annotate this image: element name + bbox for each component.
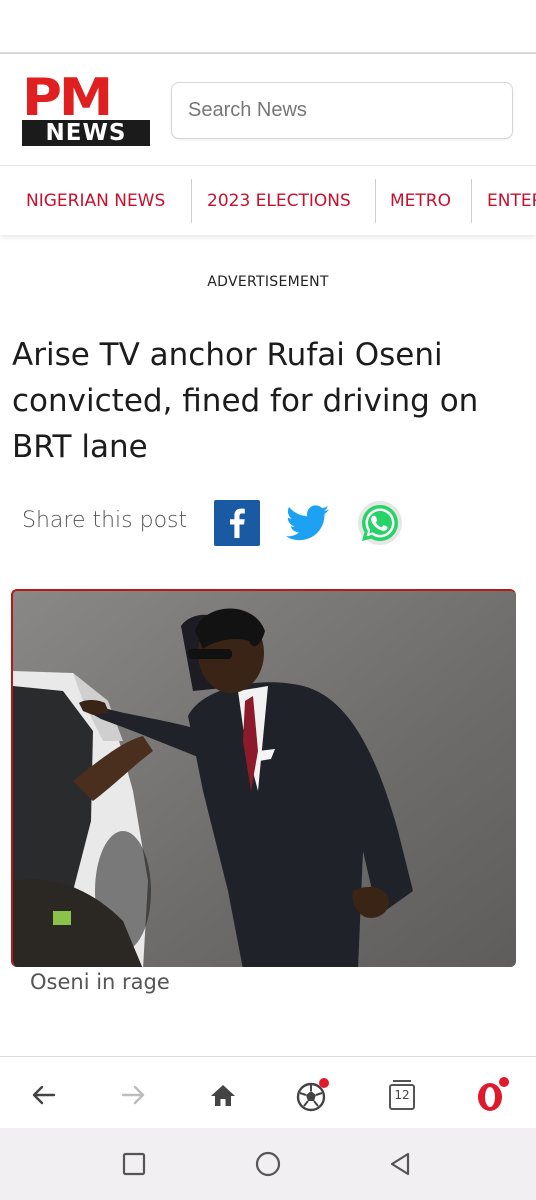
nav-item-nigerian-news[interactable]: NIGERIAN NEWS bbox=[26, 179, 165, 223]
search-box[interactable] bbox=[171, 82, 513, 139]
logo-news-text: NEWS bbox=[22, 120, 150, 146]
notification-dot bbox=[319, 1078, 329, 1088]
tabs-button[interactable]: 12 bbox=[380, 1073, 424, 1117]
opera-icon bbox=[478, 1077, 509, 1111]
twitter-share-button[interactable] bbox=[284, 500, 332, 546]
article-photo bbox=[11, 589, 516, 967]
recents-square-icon bbox=[122, 1152, 146, 1176]
opera-menu-button[interactable] bbox=[470, 1073, 514, 1117]
search-input[interactable] bbox=[172, 83, 512, 138]
android-navigation-bar bbox=[0, 1128, 536, 1200]
browser-toolbar: 12 bbox=[0, 1056, 536, 1130]
category-nav: NIGERIAN NEWS 2023 ELECTIONS METRO ENTER… bbox=[0, 167, 536, 235]
tab-count: 12 bbox=[394, 1088, 410, 1102]
facebook-share-button[interactable] bbox=[214, 500, 260, 546]
recents-button[interactable] bbox=[114, 1146, 154, 1182]
whatsapp-icon bbox=[358, 501, 402, 545]
football-button[interactable] bbox=[290, 1073, 334, 1117]
site-header: PM NEWS bbox=[0, 56, 536, 166]
home-button[interactable] bbox=[201, 1073, 245, 1117]
notification-dot bbox=[499, 1077, 509, 1087]
photo-caption: Oseni in rage bbox=[30, 970, 170, 994]
home-icon bbox=[211, 1085, 235, 1106]
facebook-icon bbox=[230, 508, 245, 538]
nav-item-2023-elections[interactable]: 2023 ELECTIONS bbox=[207, 179, 351, 223]
android-back-button[interactable] bbox=[380, 1146, 420, 1182]
nav-item-entertainment[interactable]: ENTERTAINMENT bbox=[487, 179, 536, 223]
whatsapp-share-button[interactable] bbox=[355, 499, 405, 549]
back-arrow-icon bbox=[32, 1085, 56, 1105]
nav-divider bbox=[191, 179, 192, 223]
nav-divider bbox=[375, 179, 376, 223]
forward-button[interactable] bbox=[111, 1073, 155, 1117]
page: PM NEWS NIGERIAN NEWS 2023 ELECTIONS MET… bbox=[0, 0, 536, 1200]
status-area bbox=[0, 0, 536, 54]
nav-item-metro[interactable]: METRO bbox=[390, 179, 451, 223]
back-button[interactable] bbox=[22, 1073, 66, 1117]
article-photo-image bbox=[13, 591, 516, 967]
nav-divider bbox=[471, 179, 472, 223]
logo-pm-text: PM bbox=[22, 68, 113, 128]
twitter-icon bbox=[286, 505, 329, 541]
pm-news-logo[interactable]: PM NEWS bbox=[22, 72, 152, 150]
football-icon bbox=[296, 1078, 329, 1112]
home-circle-icon bbox=[255, 1151, 281, 1177]
back-triangle-icon bbox=[390, 1152, 410, 1176]
advertisement-label: ADVERTISEMENT bbox=[207, 274, 329, 290]
android-home-button[interactable] bbox=[248, 1146, 288, 1182]
share-label: Share this post bbox=[22, 508, 188, 533]
article-headline: Arise TV anchor Rufai Oseni convicted, f… bbox=[12, 337, 479, 465]
forward-arrow-icon bbox=[121, 1085, 145, 1105]
